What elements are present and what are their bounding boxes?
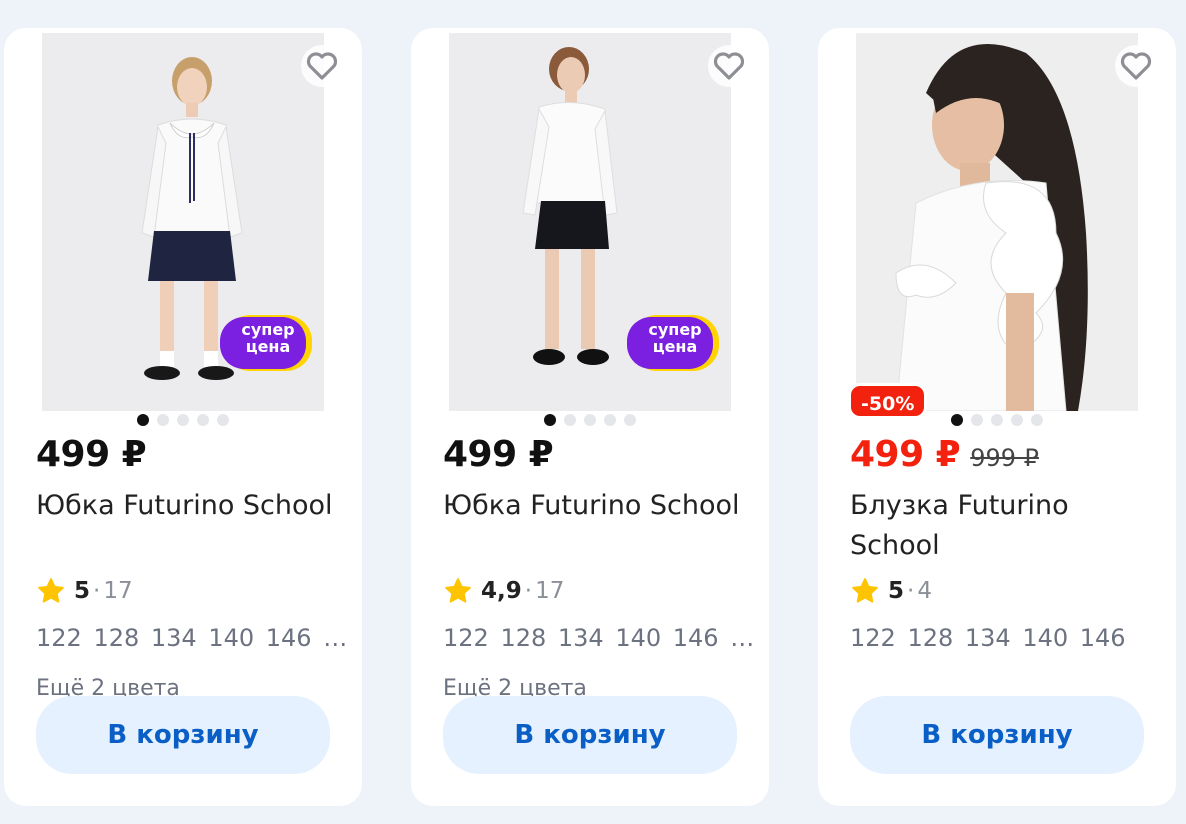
- price: 499 ₽: [36, 434, 147, 475]
- pagination-dot[interactable]: [137, 414, 149, 426]
- pagination-dot[interactable]: [624, 414, 636, 426]
- photo-pagination[interactable]: [411, 414, 769, 426]
- rating-value: 4,9: [481, 578, 522, 604]
- sale-price: 499 ₽: [850, 434, 961, 475]
- add-to-cart-button[interactable]: В корзину: [443, 696, 737, 774]
- rating: 5 · 4: [850, 576, 932, 606]
- product-photo[interactable]: супер цена: [449, 33, 731, 411]
- pagination-dot[interactable]: [991, 414, 1003, 426]
- pagination-dot[interactable]: [1011, 414, 1023, 426]
- product-title[interactable]: Юбка Futurino School: [36, 486, 336, 526]
- pagination-dot[interactable]: [1031, 414, 1043, 426]
- product-title[interactable]: Блузка Futurino School: [850, 486, 1150, 566]
- rating-value: 5: [74, 578, 91, 604]
- review-count: 4: [917, 578, 932, 604]
- pagination-dot[interactable]: [157, 414, 169, 426]
- pagination-dot[interactable]: [604, 414, 616, 426]
- photo-pagination[interactable]: [818, 414, 1176, 426]
- review-count: 17: [535, 578, 565, 604]
- product-card[interactable]: супер цена 499 ₽ Юбка Futurino School 4,…: [411, 28, 769, 806]
- super-price-badge: супер цена: [220, 313, 316, 373]
- super-price-line1: супер: [648, 320, 702, 339]
- pagination-dot[interactable]: [197, 414, 209, 426]
- favorite-heart-icon[interactable]: [1114, 44, 1158, 88]
- super-price-badge: супер цена: [627, 313, 723, 373]
- old-price: 999 ₽: [970, 444, 1039, 472]
- rating-separator: ·: [524, 578, 533, 604]
- product-photo[interactable]: супер цена: [42, 33, 324, 411]
- price-row: 499 ₽: [443, 434, 554, 475]
- review-count: 17: [103, 578, 133, 604]
- price-row: 499 ₽ 999 ₽: [850, 434, 1039, 475]
- price: 499 ₽: [443, 434, 554, 475]
- add-to-cart-button[interactable]: В корзину: [36, 696, 330, 774]
- star-icon: [445, 578, 471, 603]
- size-list: 122 128 134 140 146 …: [443, 624, 755, 652]
- pagination-dot[interactable]: [564, 414, 576, 426]
- pagination-dot[interactable]: [544, 414, 556, 426]
- rating: 4,9 · 17: [443, 576, 564, 606]
- product-card[interactable]: -50% 499 ₽ 999 ₽ Блузка Futurino School …: [818, 28, 1176, 806]
- product-card[interactable]: супер цена 499 ₽ Юбка Futurino School 5 …: [4, 28, 362, 806]
- add-to-cart-button[interactable]: В корзину: [850, 696, 1144, 774]
- super-price-line2: цена: [652, 337, 698, 356]
- rating-separator: ·: [93, 578, 101, 604]
- super-price-line2: цена: [245, 337, 291, 356]
- star-icon: [38, 578, 64, 603]
- pagination-dot[interactable]: [951, 414, 963, 426]
- photo-pagination[interactable]: [4, 414, 362, 426]
- product-title[interactable]: Юбка Futurino School: [443, 486, 743, 526]
- favorite-heart-icon[interactable]: [300, 44, 344, 88]
- rating-separator: ·: [907, 578, 915, 604]
- product-photo[interactable]: [856, 33, 1138, 411]
- rating-value: 5: [888, 578, 905, 604]
- price-row: 499 ₽: [36, 434, 147, 475]
- pagination-dot[interactable]: [971, 414, 983, 426]
- favorite-heart-icon[interactable]: [707, 44, 751, 88]
- super-price-line1: супер: [241, 320, 295, 339]
- star-icon: [852, 578, 878, 603]
- pagination-dot[interactable]: [584, 414, 596, 426]
- rating: 5 · 17: [36, 576, 133, 606]
- size-list: 122 128 134 140 146: [850, 624, 1126, 652]
- pagination-dot[interactable]: [177, 414, 189, 426]
- size-list: 122 128 134 140 146 …: [36, 624, 348, 652]
- pagination-dot[interactable]: [217, 414, 229, 426]
